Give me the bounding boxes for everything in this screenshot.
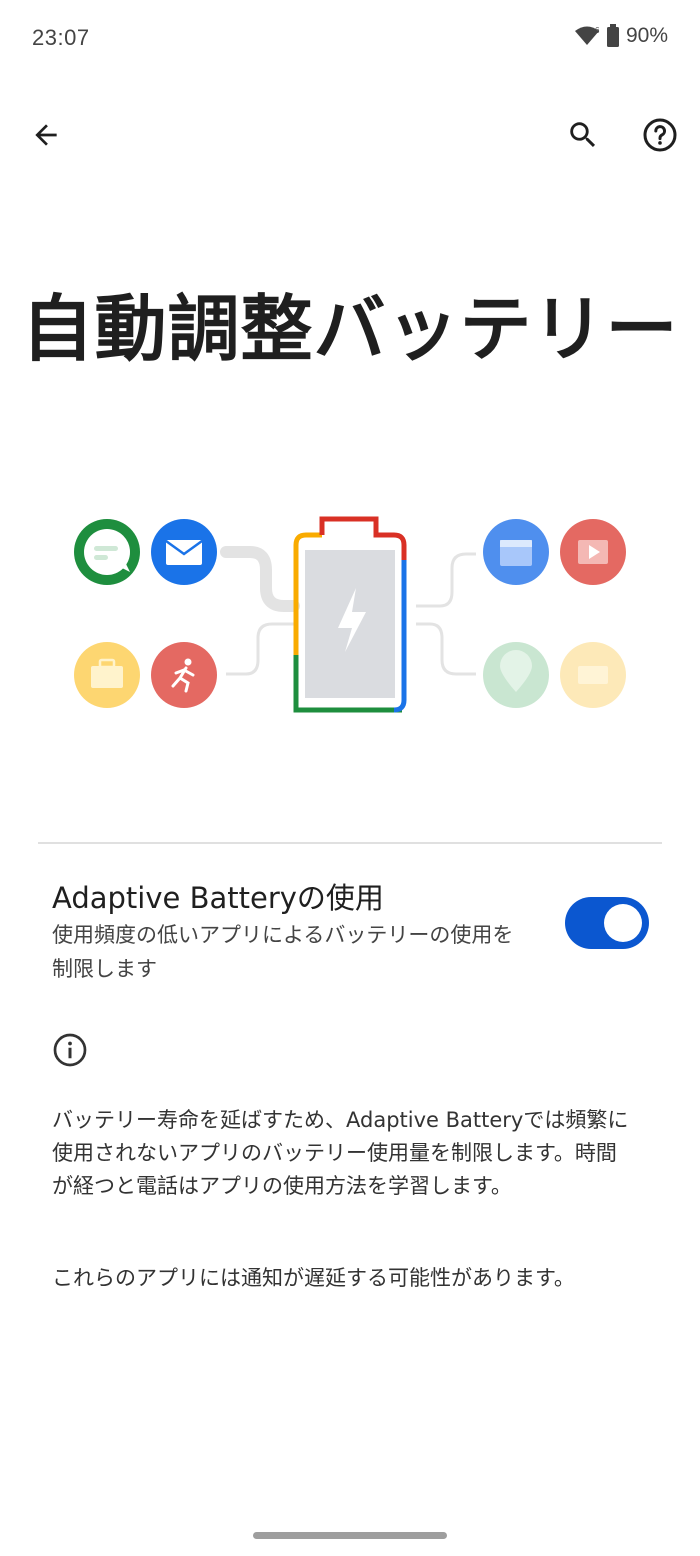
help-circle-icon [643, 118, 677, 152]
toggle-knob [604, 904, 642, 942]
card-icon [560, 642, 626, 708]
gesture-nav-handle[interactable] [253, 1532, 447, 1539]
battery-percent: 90% [625, 24, 668, 47]
wifi-icon: 6 [574, 26, 600, 45]
adaptive-battery-illustration [74, 516, 626, 713]
battery-icon [606, 24, 619, 47]
running-icon [151, 642, 217, 708]
arrow-back-icon [35, 124, 57, 146]
calendar-icon [483, 519, 549, 585]
battery-charging-icon [293, 516, 407, 713]
back-button[interactable] [18, 107, 74, 163]
location-icon [483, 642, 549, 708]
video-icon [560, 519, 626, 585]
info-paragraph-1: バッテリー寿命を延ばすため、Adaptive Batteryでは頻繁に使用されな… [52, 1108, 629, 1198]
chat-icon [74, 519, 140, 585]
search-button[interactable] [555, 107, 611, 163]
info-icon [52, 1032, 88, 1072]
help-button[interactable] [632, 107, 688, 163]
info-paragraph-2: これらのアプリには通知が遅延する可能性があります。 [52, 1266, 575, 1290]
status-time: 23:07 [32, 25, 90, 50]
briefcase-icon [74, 642, 140, 708]
setting-title[interactable]: Adaptive Batteryの使用 [52, 875, 384, 917]
svg-text:6: 6 [595, 26, 600, 35]
status-icons: 6 90% [574, 24, 668, 48]
search-icon [570, 122, 596, 148]
setting-summary: 使用頻度の低いアプリによるバッテリーの使用を制限します [52, 923, 514, 981]
page-title: 自動調整バッテリー [21, 287, 679, 371]
divider [38, 842, 662, 844]
mail-icon [151, 519, 217, 585]
adaptive-battery-toggle[interactable] [565, 897, 649, 949]
